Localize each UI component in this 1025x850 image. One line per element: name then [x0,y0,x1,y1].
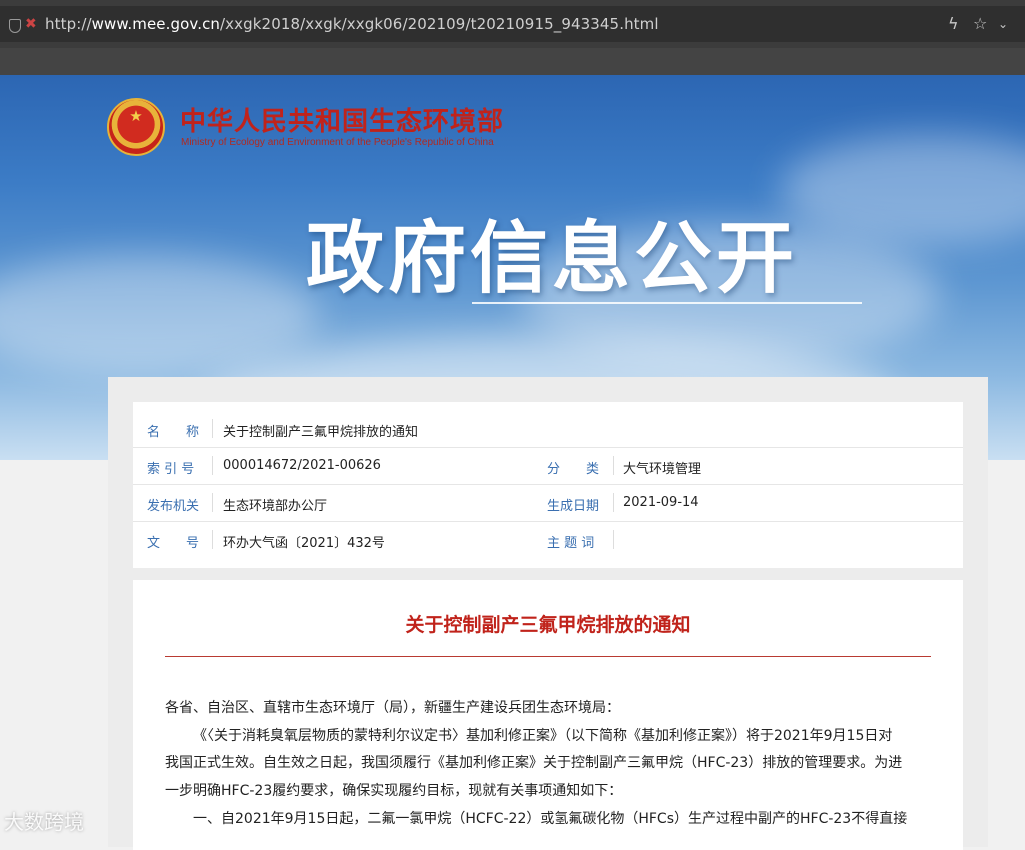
meta-row-issuer: 发布机关 生态环境部办公厅 生成日期 2021-09-14 [133,484,963,522]
star-icon[interactable]: ☆ [973,14,987,33]
url-text[interactable]: http://www.mee.gov.cn/xxgk2018/xxgk/xxgk… [45,15,659,33]
paragraph-1-line-1: 《〈关于消耗臭氧层物质的蒙特利尔议定书〉基加利修正案》（以下简称《基加利修正案》… [193,728,893,744]
salutation: 各省、自治区、直辖市生态环境厅（局），新疆生产建设兵团生态环境局： [165,700,620,716]
date-label: 生成日期 [547,499,600,514]
lightning-icon[interactable]: ϟ [948,14,959,33]
issuer-value: 生态环境部办公厅 [223,499,328,514]
paragraph-2-line-1: 一、自2021年9月15日起，二氟一氯甲烷（HCFC-22）或氢氟碳化物（HFC… [193,811,908,827]
browser-toolbar: ✖ http://www.mee.gov.cn/xxgk2018/xxgk/xx… [0,0,1025,48]
keywords-label: 主 题 词 [547,536,595,551]
document-title: 关于控制副产三氟甲烷排放的通知 [405,614,691,636]
docno-value: 环办大气函〔2021〕432号 [223,536,385,551]
docno-label: 文 号 [147,536,200,551]
title-divider [472,302,862,304]
name-value: 关于控制副产三氟甲烷排放的通知 [223,425,419,440]
section-title: 政府信息公开 [306,214,799,304]
index-value: 000014672/2021-00626 [223,458,381,473]
watermark: 大数跨境 [4,810,84,834]
title-underline [165,656,931,657]
category-value: 大气环境管理 [623,462,702,477]
meta-row-index: 索 引 号 000014672/2021-00626 分 类 大气环境管理 [133,447,963,485]
ministry-name-en: Ministry of Ecology and Environment of t… [181,137,494,148]
category-label: 分 类 [547,462,600,477]
meta-row-name: 名 称 关于控制副产三氟甲烷排放的通知 [133,410,963,448]
document-body: 关于控制副产三氟甲烷排放的通知 各省、自治区、直辖市生态环境厅（局），新疆生产建… [133,580,963,850]
ministry-name-cn[interactable]: 中华人民共和国生态环境部 [180,101,504,138]
metadata-table: 名 称 关于控制副产三氟甲烷排放的通知 索 引 号 000014672/2021… [133,402,963,568]
national-emblem-icon[interactable]: ★ [107,98,165,156]
meta-row-docno: 文 号 环办大气函〔2021〕432号 主 题 词 [133,521,963,558]
index-label: 索 引 号 [147,462,195,477]
issuer-label: 发布机关 [147,499,200,514]
paragraph-1-line-3: 一步明确HFC-23履约要求，确保实现履约目标，现就有关事项通知如下： [165,783,623,799]
paragraph-1-line-2: 我国正式生效。自生效之日起，我国须履行《基加利修正案》关于控制副产三氟甲烷（HF… [165,755,903,771]
toolbar-strip [0,48,1025,75]
address-bar[interactable]: ✖ http://www.mee.gov.cn/xxgk2018/xxgk/xx… [0,6,1025,42]
chevron-down-icon[interactable]: ⌄ [998,17,1008,31]
shield-icon[interactable] [9,19,21,33]
name-label: 名 称 [147,425,200,440]
insecure-icon: ✖ [25,16,37,32]
date-value: 2021-09-14 [623,495,699,510]
